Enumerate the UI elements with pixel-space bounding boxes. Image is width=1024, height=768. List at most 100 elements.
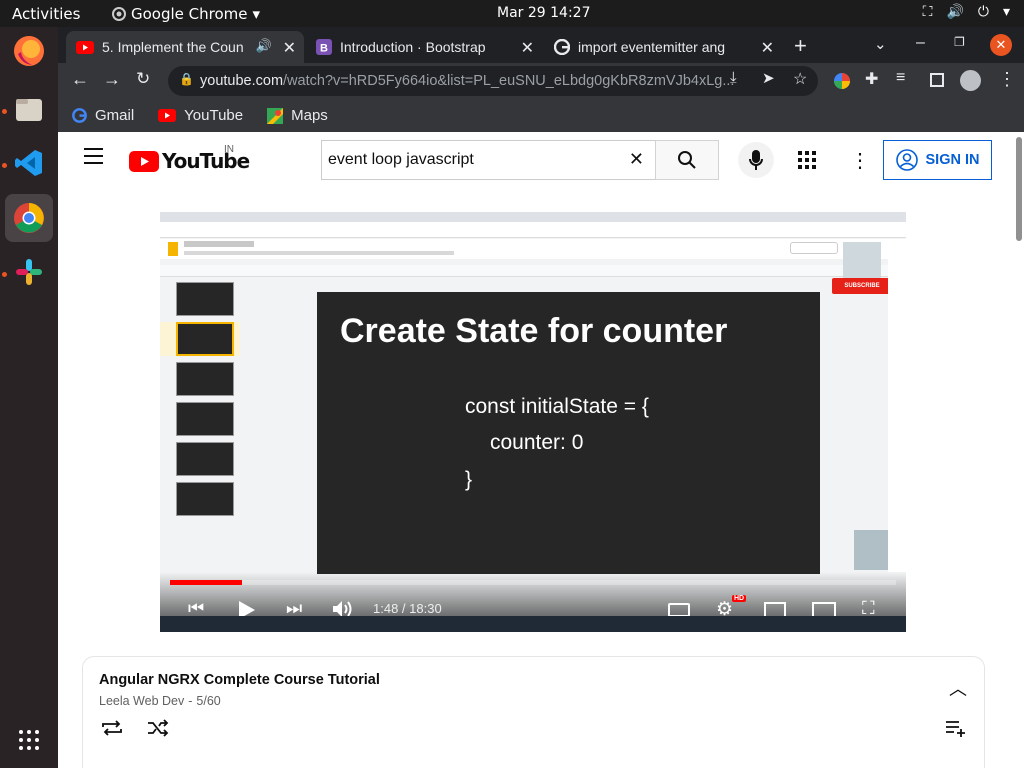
- slide-thumbnail: [176, 442, 234, 476]
- system-tray[interactable]: ⛶ 🔊 ⏻ ▾: [923, 4, 1010, 20]
- settings-kebab-icon[interactable]: ⋮: [850, 148, 870, 173]
- youtube-logo-icon: [129, 150, 159, 172]
- address-bar[interactable]: 🔒 youtube.com/watch?v=hRD5Fy664io&list=P…: [168, 66, 818, 96]
- bookmark-maps[interactable]: Maps: [267, 107, 328, 124]
- kebab-menu-icon[interactable]: ⋮: [998, 69, 1016, 90]
- slide-thumbnail: [176, 282, 234, 316]
- install-icon[interactable]: ⤓: [730, 69, 737, 86]
- loop-icon[interactable]: [101, 719, 123, 737]
- save-playlist-icon[interactable]: [945, 719, 967, 737]
- google-icon: [554, 39, 570, 55]
- firefox-launcher[interactable]: [5, 27, 53, 75]
- browser-chrome: 5. Implement the Coun 🔊 ✕ B Introduction…: [58, 27, 1024, 132]
- video-player[interactable]: Create State for counter const initialSt…: [160, 212, 906, 632]
- network-icon: ⛶: [922, 4, 933, 20]
- collapse-chevron-icon[interactable]: ︿: [949, 675, 967, 701]
- tab-youtube[interactable]: 5. Implement the Coun 🔊 ✕: [66, 31, 304, 63]
- search-button[interactable]: [655, 140, 719, 180]
- microphone-icon: [749, 150, 763, 170]
- google-icon: [72, 108, 87, 123]
- vscode-icon: [15, 150, 42, 176]
- back-icon[interactable]: ←: [71, 69, 89, 90]
- subtitles-icon[interactable]: [668, 603, 690, 617]
- playlist-title[interactable]: Angular NGRX Complete Course Tutorial: [99, 672, 380, 688]
- svg-text:B: B: [320, 43, 328, 55]
- voice-search-button[interactable]: [738, 142, 774, 178]
- video-progress-bar[interactable]: [170, 580, 896, 585]
- recorded-browser-tabs: [160, 212, 906, 222]
- shuffle-icon[interactable]: [147, 719, 169, 737]
- files-launcher[interactable]: [5, 85, 53, 133]
- color-extension-icon[interactable]: [833, 72, 851, 90]
- chevron-down-icon: ▾: [1002, 4, 1010, 20]
- bookmark-gmail[interactable]: Gmail: [72, 107, 134, 124]
- slide-thumbnail: [176, 322, 234, 356]
- power-icon: ⏻: [977, 4, 989, 20]
- recorded-address-bar: [160, 222, 906, 238]
- tab-search-chevron-icon[interactable]: ⌄: [874, 35, 887, 53]
- hamburger-menu-icon[interactable]: [84, 148, 103, 164]
- bootstrap-icon: B: [316, 39, 332, 55]
- recorded-slides-toolbar: [160, 265, 906, 277]
- logo-text: YouTube: [162, 149, 250, 173]
- maps-icon: [267, 107, 284, 124]
- forward-icon[interactable]: →: [103, 69, 121, 90]
- tab-title: import eventemitter ang: [578, 39, 726, 55]
- speaker-icon[interactable]: 🔊: [256, 38, 272, 54]
- app-menu[interactable]: Google Chrome ▾: [112, 5, 260, 23]
- recorded-slide-thumbnails: [176, 282, 238, 522]
- share-icon[interactable]: ➤: [762, 69, 775, 87]
- presentation-slide: Create State for counter const initialSt…: [317, 292, 820, 574]
- bookmark-youtube[interactable]: YouTube: [158, 107, 243, 124]
- minimize-button[interactable]: –: [916, 34, 925, 52]
- show-apps-button[interactable]: [5, 716, 53, 764]
- sign-in-button[interactable]: SIGN IN: [883, 140, 992, 180]
- tab-bootstrap[interactable]: B Introduction · Bootstrap ✕: [306, 31, 542, 63]
- tab-title: Introduction · Bootstrap: [340, 39, 486, 55]
- subscribe-badge: SUBSCRIBE: [832, 278, 892, 294]
- sign-in-label: SIGN IN: [925, 152, 980, 168]
- app-name: Google Chrome: [131, 5, 248, 23]
- video-frame: Create State for counter const initialSt…: [160, 212, 906, 632]
- youtube-header: YouTube IN event loop javascript ✕ ⋮ SIG…: [58, 132, 1014, 188]
- vscode-launcher[interactable]: [5, 139, 53, 187]
- slide-code-line: counter: 0: [490, 431, 584, 454]
- presenter-camera-thumbnail: [843, 242, 881, 280]
- extensions-puzzle-icon[interactable]: ✚: [865, 69, 878, 89]
- playlist-subtitle: Leela Web Dev -5/60: [99, 694, 221, 708]
- toolbar: ← → ↻ 🔒 youtube.com/watch?v=hRD5Fy664io&…: [58, 63, 1024, 99]
- bookmark-label: Maps: [291, 107, 328, 124]
- search-input[interactable]: event loop javascript ✕: [321, 140, 656, 180]
- activities-button[interactable]: Activities: [12, 5, 80, 23]
- clock[interactable]: Mar 29 14:27: [497, 5, 590, 21]
- apps-grid-icon: [19, 730, 39, 750]
- reload-icon[interactable]: ↻: [136, 69, 150, 89]
- close-window-button[interactable]: ✕: [990, 34, 1012, 56]
- clear-search-icon[interactable]: ✕: [629, 149, 644, 170]
- profile-avatar-icon[interactable]: [960, 70, 981, 91]
- playlist-channel[interactable]: Leela Web Dev: [99, 694, 184, 708]
- lock-icon[interactable]: 🔒: [179, 72, 194, 86]
- side-panel-icon[interactable]: [930, 73, 944, 87]
- page-scrollbar[interactable]: [1013, 132, 1024, 768]
- bookmark-star-icon[interactable]: ☆: [793, 69, 807, 89]
- restore-button[interactable]: ❐: [954, 35, 965, 49]
- tab-google[interactable]: import eventemitter ang ✕: [544, 31, 782, 63]
- chrome-icon: [14, 203, 44, 233]
- slide-code-line: const initialState = {: [465, 395, 649, 418]
- slack-icon: [16, 259, 42, 285]
- account-circle-icon: [895, 149, 918, 171]
- slack-launcher[interactable]: [5, 248, 53, 296]
- new-tab-button[interactable]: +: [794, 33, 807, 59]
- close-icon[interactable]: ✕: [521, 38, 534, 58]
- media-control-icon[interactable]: ≡: [896, 69, 905, 87]
- close-icon[interactable]: ✕: [761, 38, 774, 58]
- chrome-launcher[interactable]: [5, 194, 53, 242]
- close-icon[interactable]: ✕: [283, 38, 296, 58]
- chrome-icon: [112, 7, 126, 21]
- chevron-down-icon: ▾: [252, 5, 261, 23]
- bookmark-label: Gmail: [95, 107, 135, 124]
- tab-title: 5. Implement the Coun: [102, 39, 244, 55]
- apps-grid-icon[interactable]: [798, 151, 816, 169]
- search-value: event loop javascript: [328, 151, 474, 168]
